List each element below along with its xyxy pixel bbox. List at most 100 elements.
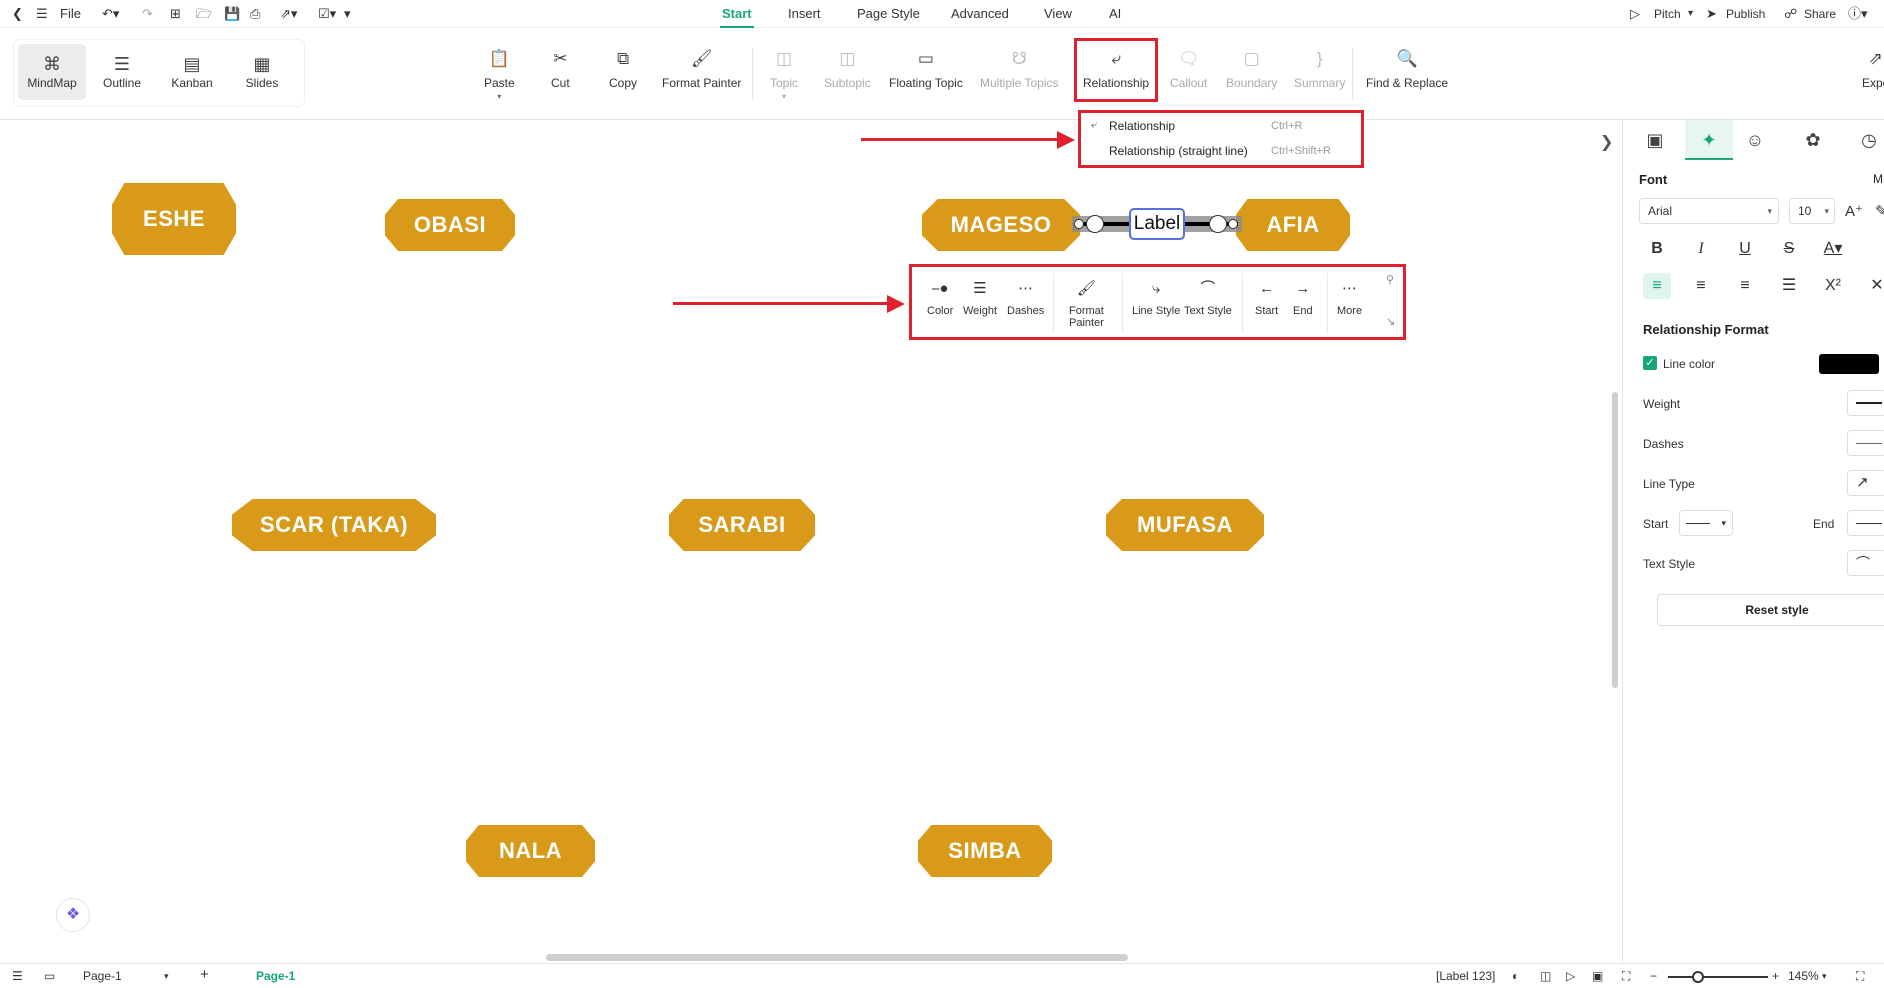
- text-style-select[interactable]: ⌒: [1847, 550, 1884, 576]
- pin-icon[interactable]: ⚲: [1386, 273, 1394, 286]
- add-page-icon[interactable]: +: [200, 967, 209, 982]
- line-color-swatch[interactable]: [1819, 354, 1879, 374]
- view-mindmap[interactable]: ⌘ MindMap: [18, 44, 86, 100]
- align-center-button[interactable]: ≡: [1687, 273, 1715, 299]
- publish-button[interactable]: Publish: [1726, 5, 1765, 23]
- dashes-button[interactable]: ⋯ Dashes: [1007, 279, 1044, 317]
- copy-button[interactable]: ⧉ Copy: [609, 48, 637, 90]
- topic-obasi[interactable]: OBASI: [385, 199, 515, 251]
- italic-button[interactable]: I: [1687, 236, 1715, 262]
- panel-tab-theme[interactable]: ✿: [1789, 120, 1837, 160]
- format-painter-button[interactable]: 🖌 Format Painter: [1069, 279, 1104, 329]
- fit-icon[interactable]: ▣: [1592, 969, 1603, 984]
- help-icon[interactable]: ⓘ▾: [1848, 5, 1868, 23]
- line-color-checkbox[interactable]: ✓: [1643, 356, 1657, 370]
- tab-start[interactable]: Start: [720, 6, 754, 28]
- boundary-button[interactable]: ▢ Boundary: [1226, 48, 1277, 90]
- topic-simba[interactable]: SIMBA: [918, 825, 1052, 877]
- topic-nala[interactable]: NALA: [466, 825, 595, 877]
- chevron-down-icon[interactable]: ▾: [164, 969, 169, 984]
- increase-font-icon[interactable]: A⁺: [1845, 202, 1863, 220]
- start-arrow-select[interactable]: ▾: [1679, 510, 1733, 536]
- relationship-control-point[interactable]: [1209, 215, 1227, 233]
- share-button[interactable]: Share: [1804, 5, 1836, 23]
- export-icon[interactable]: ⇗▾: [280, 5, 297, 23]
- chevron-down-icon[interactable]: ▾: [1822, 969, 1827, 984]
- text-style-button[interactable]: ⌒ Text Style: [1184, 279, 1232, 317]
- align-left-button[interactable]: ≡: [1643, 273, 1671, 299]
- topic-eshe[interactable]: ESHE: [112, 183, 236, 255]
- topic-mufasa[interactable]: MUFASA: [1106, 499, 1264, 551]
- page-tab-active[interactable]: Page-1: [256, 969, 295, 984]
- callout-button[interactable]: 🗨 Callout: [1170, 48, 1207, 90]
- color-button[interactable]: ⎯● Color: [927, 279, 953, 317]
- paste-button[interactable]: 📋 Paste ▾: [484, 48, 515, 101]
- clear-format-button[interactable]: ✕: [1863, 273, 1884, 299]
- line-type-select[interactable]: ↗: [1847, 470, 1884, 496]
- summary-button[interactable]: } Summary: [1294, 48, 1345, 90]
- tab-ai[interactable]: AI: [1109, 6, 1121, 22]
- weight-button[interactable]: ☰ Weight: [963, 279, 997, 317]
- app-assistant-icon[interactable]: ❖: [56, 898, 90, 932]
- pitch-button[interactable]: Pitch: [1654, 5, 1681, 23]
- open-folder-icon[interactable]: 🗁: [196, 5, 212, 23]
- dashes-select[interactable]: [1847, 430, 1884, 456]
- zoom-slider[interactable]: [1668, 976, 1768, 978]
- zoom-out-icon[interactable]: −: [1650, 969, 1657, 984]
- menu-item-relationship-straight[interactable]: Relationship (straight line): [1109, 144, 1248, 158]
- topic-button[interactable]: ◫ Topic ▾: [770, 48, 798, 101]
- theme-icon[interactable]: ◐: [1512, 969, 1519, 984]
- more-button[interactable]: ⋯ More: [1337, 279, 1362, 317]
- file-menu[interactable]: File: [60, 5, 81, 23]
- collapse-icon[interactable]: ↘: [1386, 315, 1395, 328]
- view-slides[interactable]: ▦ Slides: [228, 44, 296, 100]
- vertical-scrollbar[interactable]: [1612, 392, 1618, 688]
- zoom-in-icon[interactable]: +: [1772, 969, 1779, 984]
- zoom-slider-handle[interactable]: [1692, 971, 1704, 983]
- zoom-level[interactable]: 145%: [1788, 969, 1819, 984]
- find-replace-button[interactable]: 🔍 Find & Replace: [1366, 48, 1448, 90]
- relationship-label[interactable]: Label: [1129, 208, 1185, 240]
- horizontal-scrollbar[interactable]: [546, 954, 1128, 961]
- font-size-select[interactable]: 10 ▾: [1789, 198, 1835, 224]
- page-select[interactable]: Page-1: [83, 969, 122, 984]
- view-outline[interactable]: ☰ Outline: [88, 44, 156, 100]
- panel-tab-style[interactable]: ▣: [1631, 120, 1679, 160]
- justify-button[interactable]: ☰: [1775, 273, 1803, 299]
- tab-view[interactable]: View: [1044, 6, 1072, 22]
- customize-icon[interactable]: ▾: [344, 5, 351, 23]
- view-kanban[interactable]: ▤ Kanban: [158, 44, 226, 100]
- new-icon[interactable]: ⊞: [170, 5, 181, 23]
- tab-insert[interactable]: Insert: [788, 6, 821, 22]
- end-arrow-select[interactable]: [1847, 510, 1884, 536]
- topic-afia[interactable]: AFIA: [1236, 199, 1350, 251]
- chevron-right-icon[interactable]: ❯: [1600, 132, 1613, 152]
- chevron-down-icon[interactable]: ▾: [770, 92, 798, 101]
- superscript-button[interactable]: X²: [1819, 273, 1847, 299]
- floating-topic-button[interactable]: ▭ Floating Topic: [889, 48, 963, 90]
- topic-mageso[interactable]: MAGESO: [922, 199, 1080, 251]
- align-right-button[interactable]: ≡: [1731, 273, 1759, 299]
- panel-tab-format[interactable]: ✦: [1685, 120, 1733, 160]
- undo-icon[interactable]: ↶▾: [102, 5, 119, 23]
- tab-page-style[interactable]: Page Style: [857, 6, 920, 22]
- format-painter-button[interactable]: 🖌 Format Painter: [662, 48, 741, 90]
- topic-scar[interactable]: SCAR (TAKA): [232, 499, 436, 551]
- relationship-handle-end[interactable]: [1228, 219, 1238, 229]
- sidebar-toggle-icon[interactable]: ☰: [12, 969, 23, 984]
- topic-sarabi[interactable]: SARABI: [669, 499, 815, 551]
- underline-button[interactable]: U: [1731, 236, 1759, 262]
- play-icon[interactable]: ▷: [1566, 969, 1575, 984]
- relationship-control-point[interactable]: [1086, 215, 1104, 233]
- fullscreen-icon[interactable]: ⛶: [1622, 969, 1630, 984]
- chevron-down-icon[interactable]: ▾: [1688, 5, 1693, 23]
- multiple-topics-button[interactable]: ☋ Multiple Topics: [980, 48, 1058, 90]
- page-view-icon[interactable]: ▭: [44, 969, 55, 984]
- strikethrough-button[interactable]: S: [1775, 236, 1803, 262]
- font-family-select[interactable]: Arial ▾: [1639, 198, 1779, 224]
- save-icon[interactable]: 💾: [224, 5, 240, 23]
- start-arrow-button[interactable]: ← Start: [1255, 279, 1278, 317]
- redo-icon[interactable]: ↷: [142, 5, 153, 23]
- brush-icon[interactable]: ✎: [1875, 202, 1884, 220]
- export-button[interactable]: ⇗ Expo: [1862, 48, 1884, 90]
